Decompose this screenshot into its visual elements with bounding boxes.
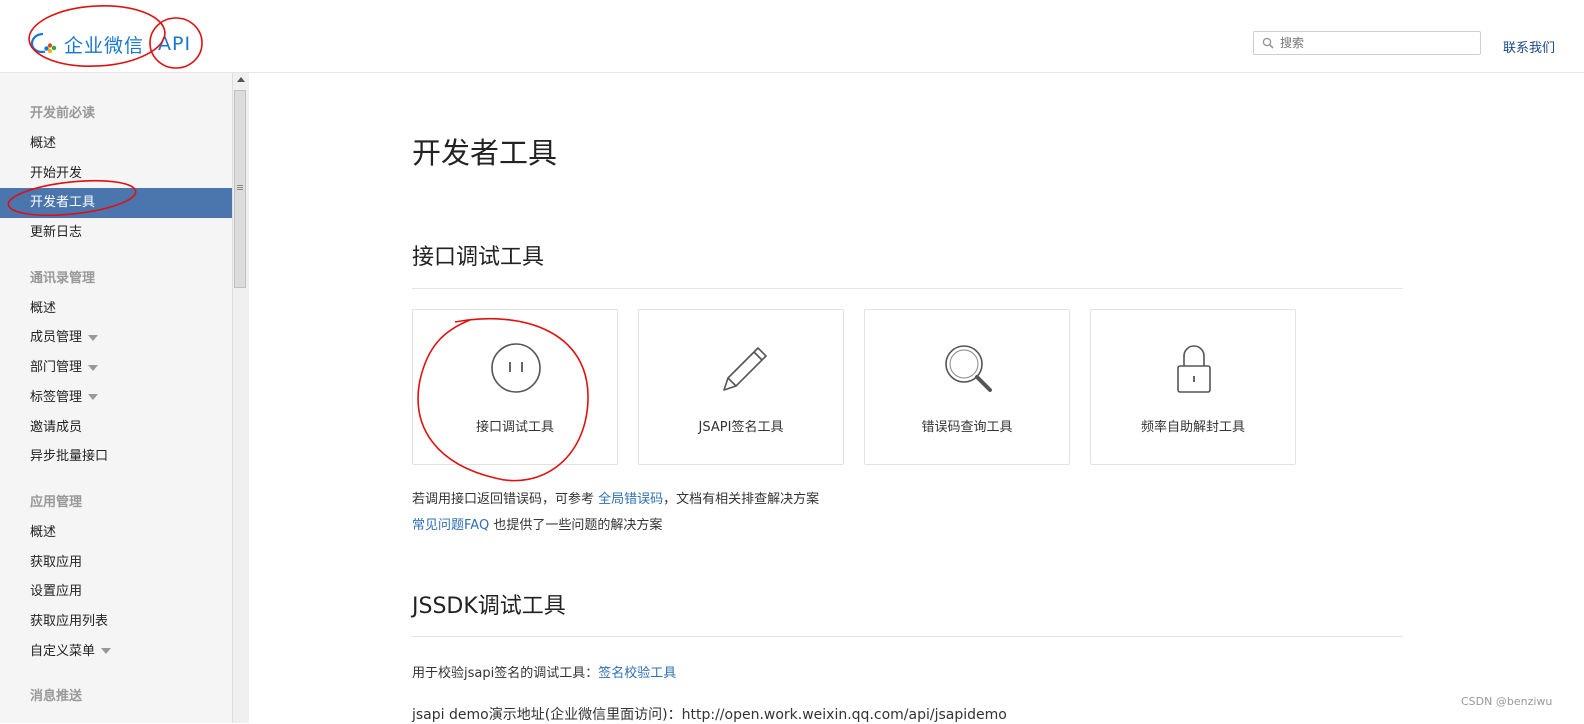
sidebar-item-label: 部门管理 [30,360,83,376]
sidebar-item-batch-api[interactable]: 异步批量接口 [0,442,232,472]
top-header: 企业微信 API 联系我们 [0,0,1584,73]
plug-icon [491,343,541,393]
global-error-code-link[interactable]: 全局错误码 [598,492,663,507]
tool-card-rate-unblock[interactable]: 频率自助解封工具 [1090,309,1296,465]
section-title-jssdk: JSSDK调试工具 [412,594,566,619]
card-label: 频率自助解封工具 [1140,420,1245,435]
sidebar-item-overview[interactable]: 概述 [0,129,232,159]
sidebar-nav: 开发前必读 概述 开始开发 开发者工具 更新日志 通讯录管理 概述 成员管理 部… [0,73,233,723]
sidebar-item-start-dev[interactable]: 开始开发 [0,159,232,189]
contact-us-link[interactable]: 联系我们 [1503,37,1555,56]
sidebar-item-label: 自定义菜单 [30,643,96,659]
caret-down-icon [101,648,112,655]
watermark: CSDN @benziwu [1461,695,1553,708]
scroll-up-arrow-icon[interactable] [237,77,245,82]
sidebar-item-contacts-overview[interactable]: 概述 [0,294,232,324]
jsapi-sign-line: 用于校验jsapi签名的调试工具：签名校验工具 [412,662,676,681]
error-code-note: 若调用接口返回错误码，可参考 全局错误码，文档有相关排查解决方案 [412,488,819,507]
wecom-logo-icon [30,32,57,54]
sidebar-group-title: 通讯录管理 [30,270,96,286]
lock-icon [1177,345,1211,393]
jsapi-demo-line: jsapi demo演示地址(企业微信里面访问)：http://open.wor… [412,707,1007,723]
sidebar-group-title: 消息推送 [30,689,83,705]
section-title-api-debug: 接口调试工具 [412,245,545,270]
logo[interactable]: 企业微信 API [30,28,191,60]
grip-icon [237,185,243,186]
card-label: JSAPI签名工具 [698,420,784,435]
sidebar-item-set-app[interactable]: 设置应用 [0,577,232,607]
sidebar-group-title: 应用管理 [30,494,83,510]
scroll-thumb[interactable] [234,90,246,288]
card-label: 错误码查询工具 [921,420,1013,435]
sidebar-item-label: 成员管理 [30,330,83,346]
sidebar-scrollbar[interactable] [232,73,249,723]
note-text: 也提供了一些问题的解决方案 [493,518,663,533]
search-icon [1262,37,1274,49]
caret-down-icon [88,334,99,341]
sign-verify-tool-link[interactable]: 签名校验工具 [598,666,676,681]
sidebar-item-app-list[interactable]: 获取应用列表 [0,607,232,637]
tool-cards: 接口调试工具 JSAPI签名工具 错误码查询工具 频率自助解封工具 [412,309,1316,465]
note-text: 若调用接口返回错误码，可参考 [412,492,595,507]
card-label: 接口调试工具 [475,420,554,435]
note-text: 用于校验jsapi签名的调试工具： [412,666,599,681]
sidebar-item-dev-tools[interactable]: 开发者工具 [0,188,232,219]
sidebar-item-custom-menu[interactable]: 自定义菜单 [0,637,232,667]
note-text: ，文档有相关排查解决方案 [663,492,820,507]
tool-card-error-code[interactable]: 错误码查询工具 [864,309,1070,465]
logo-api: API [158,33,192,55]
search-input[interactable] [1278,35,1472,51]
pencil-icon [723,347,767,391]
search-box[interactable] [1253,31,1481,55]
sidebar-item-dept-mgmt[interactable]: 部门管理 [0,353,232,383]
sidebar-group-title: 开发前必读 [30,106,96,121]
sidebar-item-label: 标签管理 [30,389,83,405]
sidebar-item-app-overview[interactable]: 概述 [0,518,232,548]
divider [412,636,1403,637]
sidebar-item-get-app[interactable]: 获取应用 [0,548,232,578]
logo-text: 企业微信 [64,34,145,57]
page-title: 开发者工具 [412,136,558,170]
faq-note: 常见问题FAQ 也提供了一些问题的解决方案 [412,514,662,533]
divider [412,288,1403,289]
tool-card-api-debug[interactable]: 接口调试工具 [412,309,618,465]
sidebar-item-invite[interactable]: 邀请成员 [0,413,232,443]
sidebar-item-tag-mgmt[interactable]: 标签管理 [0,383,232,413]
sidebar-item-member-mgmt[interactable]: 成员管理 [0,323,232,353]
tool-card-jsapi-sign[interactable]: JSAPI签名工具 [638,309,844,465]
magnifier-icon [945,345,992,392]
caret-down-icon [88,364,99,371]
faq-link[interactable]: 常见问题FAQ [412,518,489,533]
sidebar-item-changelog[interactable]: 更新日志 [0,218,232,248]
caret-down-icon [88,394,99,401]
